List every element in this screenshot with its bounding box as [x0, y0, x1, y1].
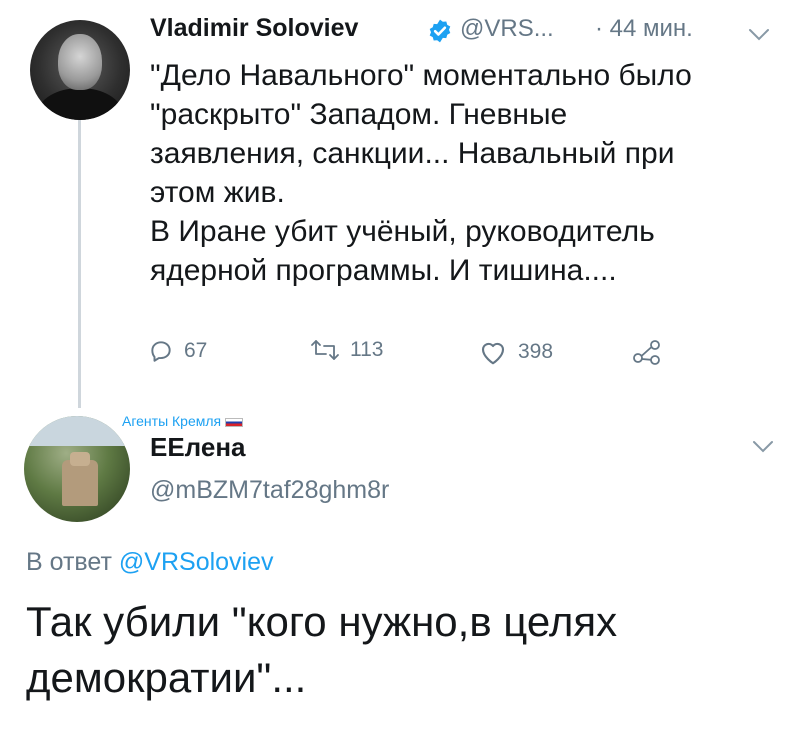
russian-flag-icon: [225, 417, 244, 427]
reply-mention-link[interactable]: @VRSoloviev: [119, 548, 274, 576]
reply-author-name[interactable]: ЕЕлена: [150, 432, 245, 463]
chevron-down-icon[interactable]: [748, 28, 770, 42]
retweet-button[interactable]: 113: [310, 338, 383, 362]
community-label[interactable]: Агенты Кремля: [122, 413, 244, 429]
avatar[interactable]: [30, 20, 130, 120]
retweet-icon: [311, 340, 339, 360]
tweet-text-line: "раскрыто" Западом. Гневные: [150, 98, 568, 131]
tweet-author-name[interactable]: Vladimir Soloviev: [150, 14, 358, 43]
tweet-text-line: "Дело Навального" моментально было: [150, 59, 692, 92]
thread-connector-line: [78, 120, 81, 408]
retweet-count: 113: [350, 338, 384, 361]
reply-button[interactable]: 67: [148, 338, 207, 364]
reply-text-line: демократии"...: [26, 654, 307, 701]
tweet-text-line: В Иране убит учёный, руководитель: [150, 215, 655, 248]
chevron-down-icon[interactable]: [752, 440, 774, 454]
reply-text-line: Так убили "кого нужно,в целях: [26, 598, 618, 645]
share-icon: [633, 340, 660, 365]
like-button[interactable]: 398: [478, 338, 553, 366]
tweet-author-handle[interactable]: @VRS...: [460, 15, 554, 43]
avatar[interactable]: [24, 416, 130, 522]
reply-count: 67: [184, 339, 208, 362]
tweet-text-line: этом жив.: [150, 176, 285, 209]
reply-context: В ответ @VRSoloviev: [26, 548, 274, 577]
reply-icon: [151, 341, 171, 362]
reply-text: Так убили "кого нужно,в целях демократии…: [26, 594, 786, 706]
like-icon: [481, 342, 505, 365]
share-button[interactable]: [632, 338, 672, 366]
tweet-text-line: ядерной программы. И тишина....: [150, 254, 617, 287]
tweet-text: "Дело Навального" моментально было "раск…: [150, 56, 790, 290]
verified-badge-icon: [429, 19, 451, 43]
community-label-text: Агенты Кремля: [122, 413, 222, 429]
reply-author-handle[interactable]: @mBZM7taf28ghm8r: [150, 476, 389, 505]
reply-prefix: В ответ: [26, 548, 112, 576]
tweet-timestamp[interactable]: · 44 мин.: [595, 15, 693, 43]
like-count: 398: [518, 340, 554, 363]
tweet-text-line: заявления, санкции... Навальный при: [150, 137, 675, 170]
